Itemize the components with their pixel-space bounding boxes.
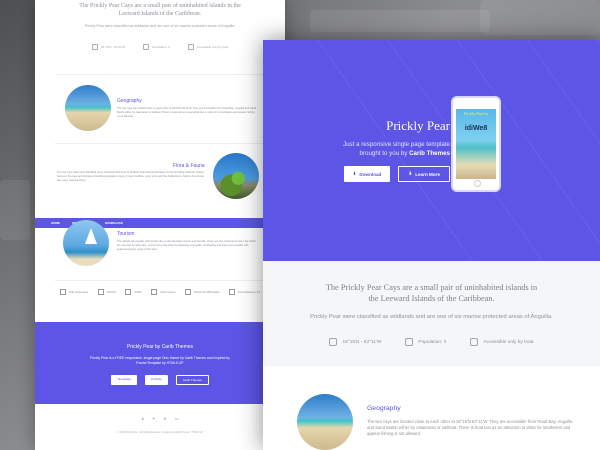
- copyright: © 2016 Prickly Pear · All Rights Reserve…: [117, 432, 203, 434]
- github-icon: [151, 289, 158, 295]
- back-tourism-title: Tourism: [117, 231, 135, 237]
- portfolio-button[interactable]: Portfolio: [144, 375, 168, 385]
- nav-download[interactable]: DOWNLOAD: [105, 221, 123, 225]
- back-intro-sub: Prickly Pear were classified as wildland…: [84, 24, 236, 28]
- intro-heading: The Prickly Pear Cays are a small pair o…: [325, 283, 538, 303]
- geography-title: Geography: [367, 405, 401, 412]
- geography-text: The two cays are located close to each o…: [367, 419, 573, 436]
- back-geography-title: Geography: [117, 98, 142, 104]
- feature-item: Font Awesome 4.6: [228, 289, 260, 295]
- templates-button[interactable]: Templates: [111, 375, 137, 385]
- hero-text: Prickly Pear Just a responsive single pa…: [343, 118, 450, 182]
- stat-coordinates: 18°15'N - 63°11'W: [91, 44, 125, 50]
- phone-screen-title: Prickly Pear by: [463, 111, 489, 116]
- hero-section: Prickly Pear Just a responsive single pa…: [263, 40, 600, 261]
- back-features: Fully responsive HTML5 CSS3 Open source …: [35, 289, 285, 295]
- hero-title: Prickly Pear: [386, 118, 450, 133]
- back-geography-text: The two cays are located close to each o…: [117, 107, 257, 118]
- background-shape: [480, 0, 600, 35]
- stat-population: Population: 0: [405, 338, 446, 346]
- camera-icon: [185, 289, 192, 295]
- footer-title: Prickly Pear by Carib Themes: [126, 344, 194, 350]
- geography-image: [65, 85, 111, 131]
- feature-item: CSS3: [125, 289, 141, 295]
- feature-item: Open source: [151, 289, 176, 295]
- phone-screen-brand: idiWe8: [464, 125, 488, 132]
- intro-section: The Prickly Pear Cays are a small pair o…: [263, 261, 600, 366]
- divider: [55, 74, 265, 75]
- download-icon: ⬇: [352, 171, 357, 176]
- learn-more-button[interactable]: ⬇ Learn More: [398, 166, 450, 182]
- geography-section: Geography The two cays are located close…: [263, 366, 600, 450]
- feature-item: Fully responsive: [59, 289, 88, 295]
- geography-image: [297, 394, 353, 450]
- phone-mockup: Prickly Pear by idiWe8: [451, 96, 501, 192]
- back-intro: The Prickly Pear Cays are a small pair o…: [35, 0, 285, 62]
- twitter-icon[interactable]: ✦: [152, 416, 155, 421]
- flag-icon: [228, 289, 235, 295]
- back-footer-cta: Prickly Pear by Carib Themes Prickly Pea…: [35, 322, 285, 404]
- stat-access: Accessible only by boat: [470, 338, 534, 346]
- hero-line: [583, 40, 600, 261]
- phone-screen: Prickly Pear by idiWe8: [456, 109, 496, 179]
- brand-name: Carib Themes: [409, 150, 450, 157]
- back-flora-title: Flora & Fauna: [173, 163, 205, 169]
- users-icon: [143, 44, 150, 50]
- hero-line: [513, 40, 600, 261]
- back-page-mockup: The Prickly Pear Cays are a small pair o…: [35, 0, 285, 450]
- footer-desc: Prickly Pear is a FREE responsive, singl…: [90, 356, 230, 365]
- boat-icon: [470, 338, 479, 346]
- location-icon: [329, 338, 338, 346]
- mobile-icon: [59, 289, 66, 295]
- nav-home[interactable]: HOME: [51, 221, 60, 225]
- feature-item: Photos by Wikimedia: [185, 289, 219, 295]
- intro-stats: 18°15'N - 63°11'W Population: 0 Accessib…: [263, 338, 600, 346]
- download-button[interactable]: ⬇ Download: [343, 166, 391, 182]
- feature-item: HTML5: [97, 289, 116, 295]
- flora-image: [213, 153, 259, 199]
- footer-buttons: Templates Portfolio Carib Themes: [35, 375, 285, 385]
- front-page-mockup: Prickly Pear Just a responsive single pa…: [263, 40, 600, 450]
- css3-icon: [125, 289, 132, 295]
- hero-buttons: ⬇ Download ⬇ Learn More: [343, 166, 450, 182]
- divider: [55, 143, 265, 144]
- send-icon[interactable]: ➤: [163, 416, 166, 421]
- social-links: ● ✦ ➤ ▭: [35, 416, 285, 421]
- background-shape: [0, 180, 30, 240]
- divider: [55, 280, 265, 281]
- back-stats: 18°15'N - 63°11'W Population: 0 Accessib…: [35, 44, 285, 50]
- desktop-icon[interactable]: ▭: [175, 416, 179, 421]
- github-icon[interactable]: ●: [142, 416, 144, 421]
- stat-access: Accessible only by boat: [187, 44, 228, 50]
- html5-icon: [97, 289, 104, 295]
- hero-desc: Just a responsive single page template b…: [343, 140, 450, 158]
- background-shape: [310, 10, 490, 32]
- users-icon: [405, 338, 414, 346]
- tourism-image: [63, 220, 109, 266]
- stat-coordinates: 18°15'N - 63°11'W: [329, 338, 381, 346]
- hero-desc-line2: brought to you by Carib Themes: [359, 150, 450, 157]
- intro-sub: Prickly Pear were classified as wildland…: [310, 314, 553, 320]
- location-icon: [91, 44, 98, 50]
- carib-themes-button[interactable]: Carib Themes: [175, 375, 209, 385]
- back-tourism-text: The islands are popular with tourists du…: [117, 240, 256, 251]
- phone-home-button: [474, 180, 481, 187]
- arrow-down-icon: ⬇: [408, 171, 413, 176]
- hero-desc-line1: Just a responsive single page template: [343, 141, 450, 148]
- boat-icon: [187, 44, 194, 50]
- back-intro-heading: The Prickly Pear Cays are a small pair o…: [79, 3, 241, 17]
- stat-population: Population: 0: [143, 44, 170, 50]
- back-flora-text: The two cays have been identified as an …: [57, 171, 205, 182]
